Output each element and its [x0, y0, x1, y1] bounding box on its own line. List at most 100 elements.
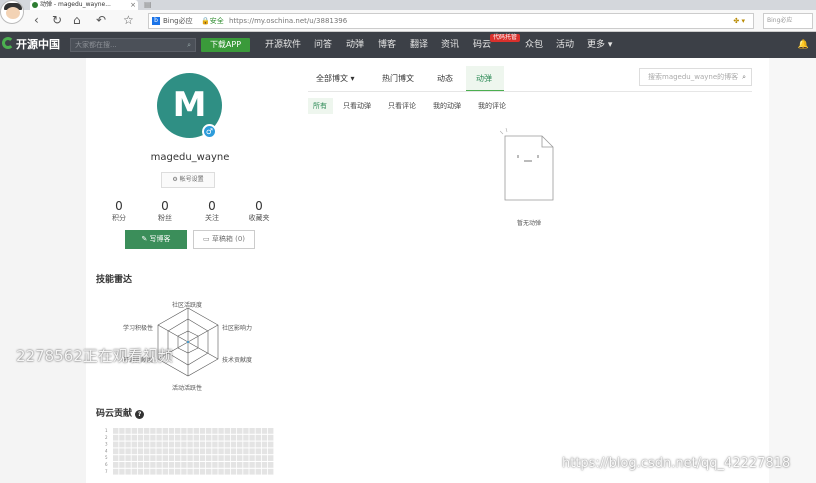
- home-icon[interactable]: ⌂: [73, 13, 81, 27]
- stat-following[interactable]: 0 关注: [197, 199, 227, 223]
- tab-hot-blogs[interactable]: 热门博文: [382, 73, 414, 85]
- radar-axis-label: 社区影响力: [222, 325, 253, 332]
- url-field[interactable]: b Bing必应 🔒安全 https://my.oschina.net/u/38…: [148, 13, 754, 29]
- calendar-day-cell: [218, 462, 224, 468]
- notification-bell-icon[interactable]: 🔔: [798, 40, 809, 50]
- calendar-day-cell: [218, 448, 224, 455]
- calendar-day-cell: [144, 448, 150, 455]
- subtab-all[interactable]: 所有: [313, 100, 327, 112]
- tab-all-blogs[interactable]: 全部博文 ▾: [316, 73, 355, 85]
- refresh-icon[interactable]: ↻: [52, 13, 62, 27]
- stat-favorites[interactable]: 0 收藏夹: [244, 199, 274, 223]
- calendar-day-cell: [144, 434, 150, 441]
- calendar-day-cell: [230, 441, 237, 448]
- calendar-day-cell: [193, 441, 199, 448]
- browser-user-avatar[interactable]: [0, 0, 24, 24]
- subtab-my-comments[interactable]: 我的评论: [478, 100, 506, 112]
- calendar-day-cell: [181, 455, 187, 461]
- calendar-day-cell: [150, 455, 156, 461]
- subtab-tweets-only[interactable]: 只看动弹: [343, 100, 371, 112]
- security-lock: 🔒安全: [201, 17, 224, 25]
- calendar-day-cell: [162, 434, 168, 441]
- male-icon: ♂: [202, 124, 217, 139]
- calendar-day-cell: [156, 441, 162, 448]
- nav-item-gitee[interactable]: 码云: [473, 39, 491, 51]
- bookmark-star-icon[interactable]: ☆: [123, 13, 134, 27]
- browser-search-box[interactable]: Bing必应: [763, 13, 813, 29]
- calendar-day-cell: [137, 448, 144, 455]
- calendar-day-cell: [144, 468, 150, 475]
- stat-followers[interactable]: 0 粉丝: [150, 199, 180, 223]
- calendar-day-cell: [237, 448, 243, 455]
- calendar-day-cell: [162, 441, 168, 448]
- calendar-day-cell: [243, 441, 249, 448]
- logo-text: 开源中国: [16, 38, 60, 51]
- tab-activity[interactable]: 动态: [437, 73, 453, 85]
- subtab-comments-only[interactable]: 只看评论: [388, 100, 416, 112]
- nav-item-crowdsource[interactable]: 众包: [525, 39, 543, 51]
- calendar-day-cell: [218, 455, 224, 461]
- calendar-day-cell: [255, 448, 261, 455]
- calendar-day-cell: [131, 448, 137, 455]
- calendar-day-cell: [125, 455, 131, 461]
- draft-box-label: 草稿箱 (0): [211, 235, 245, 243]
- calendar-day-cell: [243, 428, 249, 434]
- subtab-my-tweets[interactable]: 我的动弹: [433, 100, 461, 112]
- undo-icon[interactable]: ↶: [96, 13, 106, 27]
- nav-item-news[interactable]: 资讯: [441, 39, 459, 51]
- calendar-day-cell: [218, 468, 224, 475]
- calendar-day-cell: [193, 448, 199, 455]
- calendar-day-cell: [206, 428, 212, 434]
- site-logo[interactable]: 开源中国: [2, 37, 60, 53]
- calendar-day-cell: [162, 455, 168, 461]
- nav-item-blog[interactable]: 博客: [378, 39, 396, 51]
- radar-axis-label: 技术贡献度: [222, 357, 253, 364]
- calendar-day-cell: [113, 434, 119, 441]
- calendar-day-cell: [150, 448, 156, 455]
- empty-document-icon: [500, 128, 554, 201]
- radar-value-point: [187, 341, 189, 343]
- nav-item-tweet[interactable]: 动弹: [346, 39, 364, 51]
- nav-item-qa[interactable]: 问答: [314, 39, 332, 51]
- extension-icon[interactable]: ✤ ▾: [733, 14, 745, 28]
- calendar-day-cell: [168, 434, 175, 441]
- search-icon[interactable]: ⌕: [742, 69, 746, 85]
- calendar-day-cell: [255, 468, 261, 475]
- search-icon[interactable]: ⌕: [187, 39, 191, 51]
- viewer-watermark: 2278562正在观看视频: [16, 347, 173, 365]
- calendar-day-cell: [125, 434, 131, 441]
- calendar-day-cell: [150, 434, 156, 441]
- calendar-day-cell: [243, 468, 249, 475]
- close-tab-icon[interactable]: ×: [130, 0, 136, 10]
- draft-box-button[interactable]: ▭ 草稿箱 (0): [193, 230, 255, 249]
- folder-icon: ▭: [203, 235, 210, 243]
- blog-search-input[interactable]: 搜索magedu_wayne的博客 ⌕: [639, 68, 752, 86]
- calendar-day-cell: [187, 441, 193, 448]
- account-settings-button[interactable]: ⚙ 帐号设置: [161, 172, 215, 188]
- calendar-day-cell: [119, 434, 125, 441]
- calendar-day-cell: [249, 468, 255, 475]
- help-icon[interactable]: ?: [135, 410, 145, 419]
- download-app-button[interactable]: 下载APP: [201, 38, 250, 52]
- calendar-day-cell: [168, 441, 175, 448]
- calendar-day-cell: [268, 434, 274, 441]
- site-favicon-icon: [32, 2, 38, 8]
- back-icon[interactable]: ‹: [34, 13, 39, 27]
- nav-item-software[interactable]: 开源软件: [265, 39, 301, 51]
- nav-item-translate[interactable]: 翻译: [410, 39, 428, 51]
- calendar-day-cell: [237, 441, 243, 448]
- calendar-day-cell: [249, 455, 255, 461]
- tab-tweets[interactable]: 动弹: [476, 73, 492, 85]
- stat-value: 0: [208, 199, 216, 213]
- calendar-day-cell: [261, 468, 268, 475]
- write-blog-button[interactable]: ✎ 写博客: [125, 230, 187, 249]
- new-tab-icon[interactable]: ▤: [144, 1, 152, 9]
- site-search-input[interactable]: 大家都在搜... ⌕: [70, 38, 196, 52]
- code-hosting-badge: 代码托管: [490, 34, 521, 42]
- calendar-day-cell: [230, 462, 237, 468]
- calendar-day-cell: [224, 428, 230, 434]
- browser-tab[interactable]: 动弹 - magedu_wayne... ×: [30, 0, 138, 10]
- stat-points[interactable]: 0 积分: [104, 199, 134, 223]
- nav-item-events[interactable]: 活动: [556, 39, 574, 51]
- nav-item-more[interactable]: 更多 ▾: [587, 39, 612, 51]
